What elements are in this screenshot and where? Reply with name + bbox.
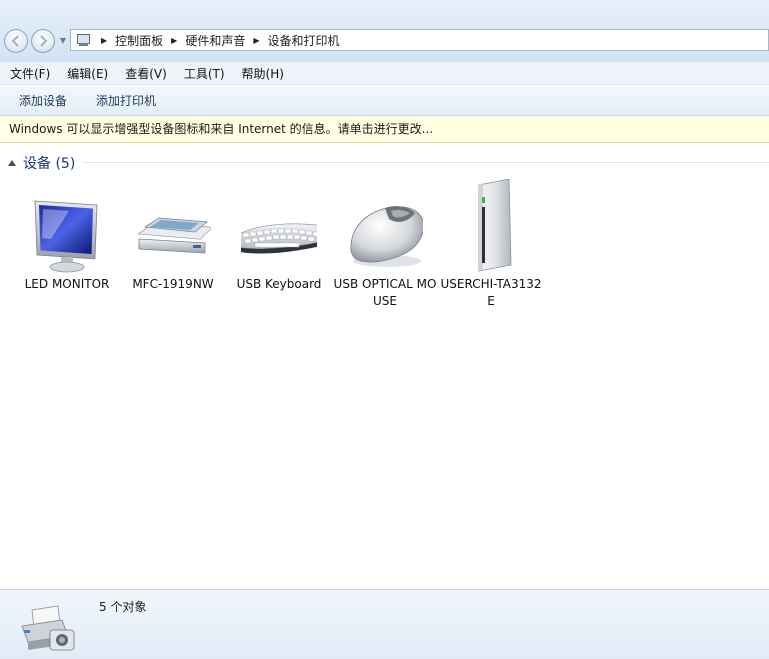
address-bar-area: ▼ ▶ 控制面板 ▶ 硬件和声音 ▶ 设备和打印机 <box>0 0 769 62</box>
info-bar[interactable]: Windows 可以显示增强型设备图标和来自 Internet 的信息。请单击进… <box>0 116 769 143</box>
device-item[interactable]: USERCHI-TA3132E <box>439 179 543 319</box>
back-button[interactable] <box>4 29 28 53</box>
back-arrow-icon <box>11 35 19 47</box>
status-bar: 5 个对象 <box>0 589 769 659</box>
devices-content-pane: 设备 (5) LED MONITOR MFC-1919NW USB Keyboa… <box>0 143 769 589</box>
keyboard-icon <box>241 223 317 254</box>
add-device-button[interactable]: 添加设备 <box>19 92 67 109</box>
device-label: USB Keyboard <box>236 277 322 291</box>
control-panel-icon <box>75 32 93 48</box>
device-label: USB OPTICAL MOUSE <box>333 277 437 308</box>
device-label: LED MONITOR <box>24 277 110 291</box>
group-divider <box>82 162 769 163</box>
menu-file[interactable]: 文件(F) <box>0 65 57 82</box>
chevron-right-icon[interactable]: ▶ <box>253 36 259 45</box>
device-item[interactable]: USB OPTICAL MOUSE <box>333 179 437 319</box>
menu-view[interactable]: 查看(V) <box>115 65 174 82</box>
devices-and-printers-icon <box>21 605 75 651</box>
device-item[interactable]: MFC-1919NW <box>121 179 225 319</box>
group-title: 设备 (5) <box>23 156 76 172</box>
external-drive-icon <box>478 179 512 272</box>
menu-tools[interactable]: 工具(T) <box>174 65 232 82</box>
scanner-icon <box>137 217 211 254</box>
chevron-right-icon[interactable]: ▶ <box>171 36 177 45</box>
breadcrumb-control-panel[interactable]: 控制面板 <box>115 32 163 49</box>
menu-help[interactable]: 帮助(H) <box>232 65 291 82</box>
devices-group-header[interactable]: 设备 (5) <box>8 153 769 173</box>
menu-bar: 文件(F) 编辑(E) 查看(V) 工具(T) 帮助(H) <box>0 62 769 85</box>
device-label: USERCHI-TA3132E <box>440 277 542 308</box>
mouse-icon <box>350 206 423 267</box>
recent-pages-dropdown[interactable]: ▼ <box>58 36 68 46</box>
address-breadcrumb[interactable]: ▶ 控制面板 ▶ 硬件和声音 ▶ 设备和打印机 <box>70 29 769 51</box>
device-item[interactable]: LED MONITOR <box>15 179 119 319</box>
forward-button[interactable] <box>31 29 55 53</box>
breadcrumb-devices-printers[interactable]: 设备和打印机 <box>268 32 340 49</box>
add-printer-button[interactable]: 添加打印机 <box>96 92 156 109</box>
device-label: MFC-1919NW <box>132 277 214 291</box>
menu-edit[interactable]: 编辑(E) <box>57 65 115 82</box>
item-count: 5 个对象 <box>99 600 147 614</box>
device-item[interactable]: USB Keyboard <box>227 179 331 319</box>
collapse-arrow-icon[interactable] <box>8 159 16 166</box>
forward-arrow-icon <box>40 35 48 47</box>
command-bar: 添加设备 添加打印机 <box>0 85 769 116</box>
chevron-right-icon[interactable]: ▶ <box>101 36 107 45</box>
device-list: LED MONITOR MFC-1919NW USB Keyboard USB … <box>0 179 769 319</box>
breadcrumb-hardware-sound[interactable]: 硬件和声音 <box>185 32 245 49</box>
monitor-icon <box>34 200 98 273</box>
